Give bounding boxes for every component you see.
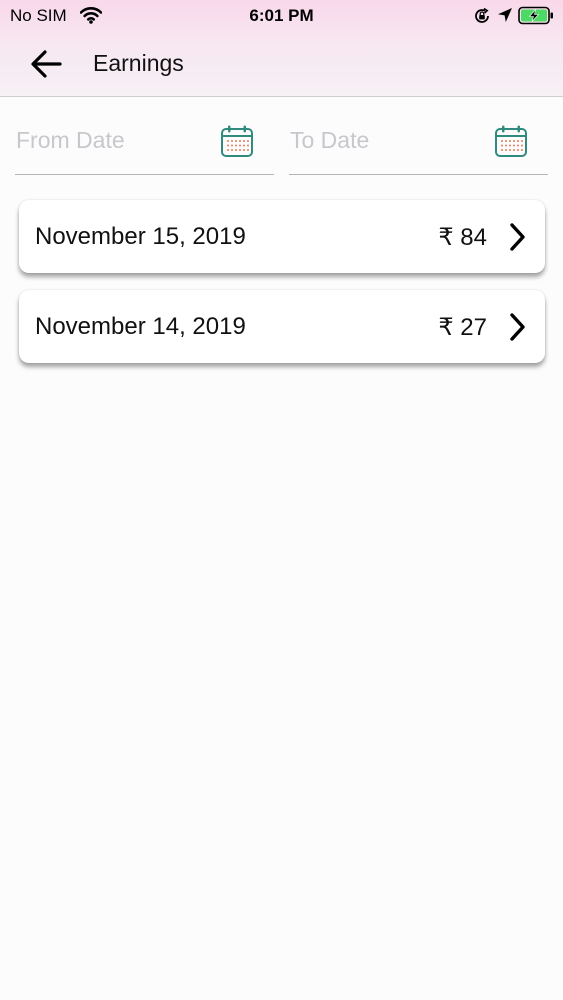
status-bar: No SIM 6:01 PM [0, 0, 563, 32]
header: No SIM 6:01 PM Earnings [0, 0, 563, 97]
to-date-placeholder: To Date [290, 127, 370, 153]
earning-date: November 14, 2019 [35, 313, 246, 340]
lock-rotation-icon [475, 7, 489, 23]
earning-amount: ₹ 84 [438, 224, 487, 251]
chevron-right-icon [510, 223, 525, 251]
chevron-right-icon [510, 313, 525, 341]
nav-bar: Earnings [0, 32, 563, 96]
page-title: Earnings [93, 50, 184, 76]
battery-icon [518, 6, 553, 25]
arrow-left-icon[interactable] [26, 46, 66, 82]
from-date-placeholder: From Date [16, 127, 125, 153]
earning-date: November 15, 2019 [35, 223, 246, 250]
location-icon [498, 8, 512, 22]
earning-amount: ₹ 27 [438, 314, 487, 341]
to-date-field[interactable]: To Date [289, 118, 548, 175]
calendar-icon[interactable] [494, 124, 528, 158]
earning-card[interactable]: November 15, 2019 ₹ 84 [19, 200, 545, 273]
from-date-field[interactable]: From Date [15, 118, 274, 175]
earning-card[interactable]: November 14, 2019 ₹ 27 [19, 290, 545, 363]
calendar-icon[interactable] [220, 124, 254, 158]
